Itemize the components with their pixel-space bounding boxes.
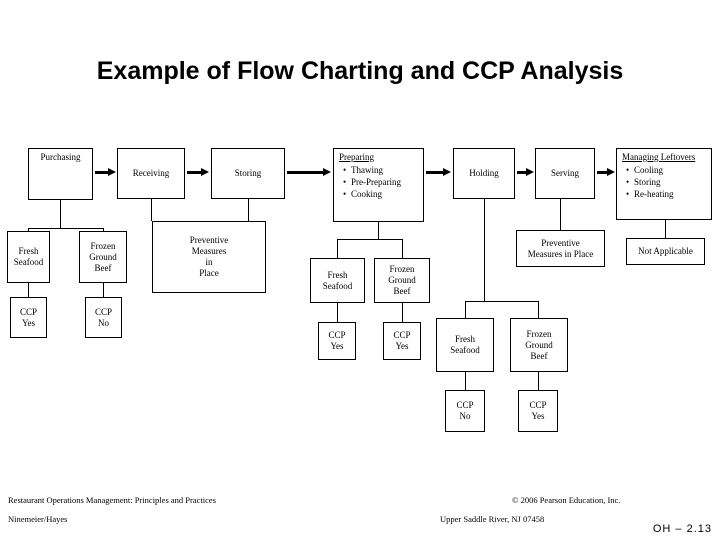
connector-holding-right-drop <box>538 301 539 318</box>
process-box-preparing[interactable]: Preparing Thawing Pre-Preparing Cooking <box>333 148 424 222</box>
node-storing-preventive-measures[interactable]: Preventive Measures in Place <box>152 221 266 293</box>
node-purchasing-fresh-seafood[interactable]: Fresh Seafood <box>7 231 50 283</box>
slide-number: OH – 2.13 <box>652 523 712 535</box>
ccp-box-preparing-frozen-beef-label: CCP Yes <box>393 330 411 351</box>
slide-canvas: Example of Flow Charting and CCP Analysi… <box>0 0 720 540</box>
footer-left: Restaurant Operations Management: Princi… <box>8 495 216 525</box>
connector-preparing-stem <box>378 222 379 239</box>
connector-preparing-left-drop <box>337 239 338 258</box>
connector-purchasing-split <box>28 228 103 229</box>
ccp-box-preparing-frozen-beef[interactable]: CCP Yes <box>383 322 421 360</box>
process-box-preparing-header: Preparing <box>339 152 374 162</box>
connector-serving-stem <box>560 199 561 230</box>
connector-holding-left-drop <box>465 301 466 318</box>
node-purchasing-fresh-seafood-label: Fresh Seafood <box>13 246 44 267</box>
arrow-receiving-to-storing <box>187 168 209 176</box>
node-preparing-frozen-ground-beef-label: Frozen Ground Beef <box>388 264 416 296</box>
connector-preparing-fresh-to-ccp <box>337 303 338 322</box>
node-storing-preventive-measures-label: Preventive Measures in Place <box>189 235 229 278</box>
arrow-preparing-to-holding <box>426 168 451 176</box>
process-box-purchasing[interactable]: Purchasing <box>28 148 93 200</box>
arrow-serving-to-leftovers <box>597 168 615 176</box>
ccp-box-purchasing-fresh-seafood[interactable]: CCP Yes <box>10 297 47 338</box>
connector-holding-frozen-to-ccp <box>538 372 539 390</box>
process-box-storing[interactable]: Storing <box>211 148 285 199</box>
preparing-item-list: Thawing Pre-Preparing Cooking <box>339 164 419 200</box>
preparing-item: Thawing <box>343 164 419 176</box>
process-box-serving-label: Serving <box>551 168 579 178</box>
process-box-holding[interactable]: Holding <box>453 148 515 199</box>
leftovers-item-list: Cooling Storing Re-heating <box>622 164 707 200</box>
ccp-box-holding-frozen-beef[interactable]: CCP Yes <box>518 390 558 432</box>
connector-storing-stem <box>248 199 249 221</box>
node-holding-fresh-seafood[interactable]: Fresh Seafood <box>436 318 494 372</box>
node-preparing-fresh-seafood-label: Fresh Seafood <box>322 269 353 291</box>
node-leftovers-not-applicable[interactable]: Not Applicable <box>626 238 705 265</box>
node-leftovers-not-applicable-label: Not Applicable <box>638 246 693 256</box>
leftovers-item: Cooling <box>626 164 707 176</box>
ccp-box-preparing-fresh-seafood[interactable]: CCP Yes <box>318 322 356 360</box>
node-holding-fresh-seafood-label: Fresh Seafood <box>450 334 480 355</box>
connector-frozen-beef-to-ccp-1 <box>103 283 104 298</box>
node-holding-frozen-ground-beef[interactable]: Frozen Ground Beef <box>510 318 568 372</box>
node-serving-preventive-measures[interactable]: Preventive Measures in Place <box>516 230 605 267</box>
process-box-serving[interactable]: Serving <box>535 148 595 199</box>
arrow-holding-to-serving <box>517 168 534 176</box>
process-box-holding-label: Holding <box>469 168 499 178</box>
node-holding-frozen-ground-beef-label: Frozen Ground Beef <box>525 328 553 361</box>
connector-receiving-stem <box>151 199 152 221</box>
footer-publisher-location: Upper Saddle River, NJ 07458 <box>440 514 545 524</box>
arrow-storing-to-preparing <box>287 168 331 176</box>
node-serving-preventive-measures-label: Preventive Measures in Place <box>527 237 594 259</box>
footer-authors: Ninemeier/Hayes <box>8 514 68 524</box>
connector-holding-fresh-to-ccp <box>465 372 466 390</box>
connector-leftovers-stem <box>665 220 666 238</box>
node-purchasing-frozen-ground-beef-label: Frozen Ground Beef <box>89 240 117 273</box>
connector-holding-split <box>465 301 538 302</box>
preparing-item: Cooking <box>343 188 419 200</box>
page-title: Example of Flow Charting and CCP Analysi… <box>96 57 624 85</box>
ccp-box-purchasing-frozen-beef-label: CCP No <box>94 306 112 328</box>
node-preparing-frozen-ground-beef[interactable]: Frozen Ground Beef <box>374 258 430 303</box>
process-box-storing-label: Storing <box>234 168 262 178</box>
ccp-box-holding-frozen-beef-label: CCP Yes <box>529 400 547 421</box>
leftovers-item: Re-heating <box>626 188 707 200</box>
process-box-managing-leftovers[interactable]: Managing Leftovers Cooling Storing Re-he… <box>616 148 712 220</box>
footer-copyright: © 2006 Pearson Education, Inc. <box>512 495 621 505</box>
connector-preparing-right-drop <box>402 239 403 258</box>
connector-holding-stem <box>484 199 485 301</box>
ccp-box-preparing-fresh-seafood-label: CCP Yes <box>328 330 346 351</box>
node-preparing-fresh-seafood[interactable]: Fresh Seafood <box>310 258 365 303</box>
ccp-box-purchasing-frozen-beef[interactable]: CCP No <box>85 297 122 338</box>
process-box-receiving[interactable]: Receiving <box>117 148 185 199</box>
ccp-box-holding-fresh-seafood-label: CCP No <box>456 400 474 421</box>
footer-book-title: Restaurant Operations Management: Princi… <box>8 495 216 505</box>
process-box-receiving-label: Receiving <box>132 168 170 178</box>
process-box-purchasing-label: Purchasing <box>40 152 81 162</box>
ccp-box-purchasing-fresh-seafood-label: CCP Yes <box>19 306 37 328</box>
preparing-item: Pre-Preparing <box>343 176 419 188</box>
leftovers-item: Storing <box>626 176 707 188</box>
process-box-managing-leftovers-header: Managing Leftovers <box>622 152 696 162</box>
ccp-box-holding-fresh-seafood[interactable]: CCP No <box>445 390 485 432</box>
connector-preparing-frozen-to-ccp <box>402 303 403 322</box>
connector-purchasing-stem <box>60 200 61 228</box>
node-purchasing-frozen-ground-beef[interactable]: Frozen Ground Beef <box>79 231 127 283</box>
arrow-purchasing-to-receiving <box>95 168 116 176</box>
connector-preparing-split <box>337 239 402 240</box>
footer-right: © 2006 Pearson Education, Inc. Upper Sad… <box>440 495 620 525</box>
connector-fresh-seafood-to-ccp-1 <box>28 283 29 298</box>
